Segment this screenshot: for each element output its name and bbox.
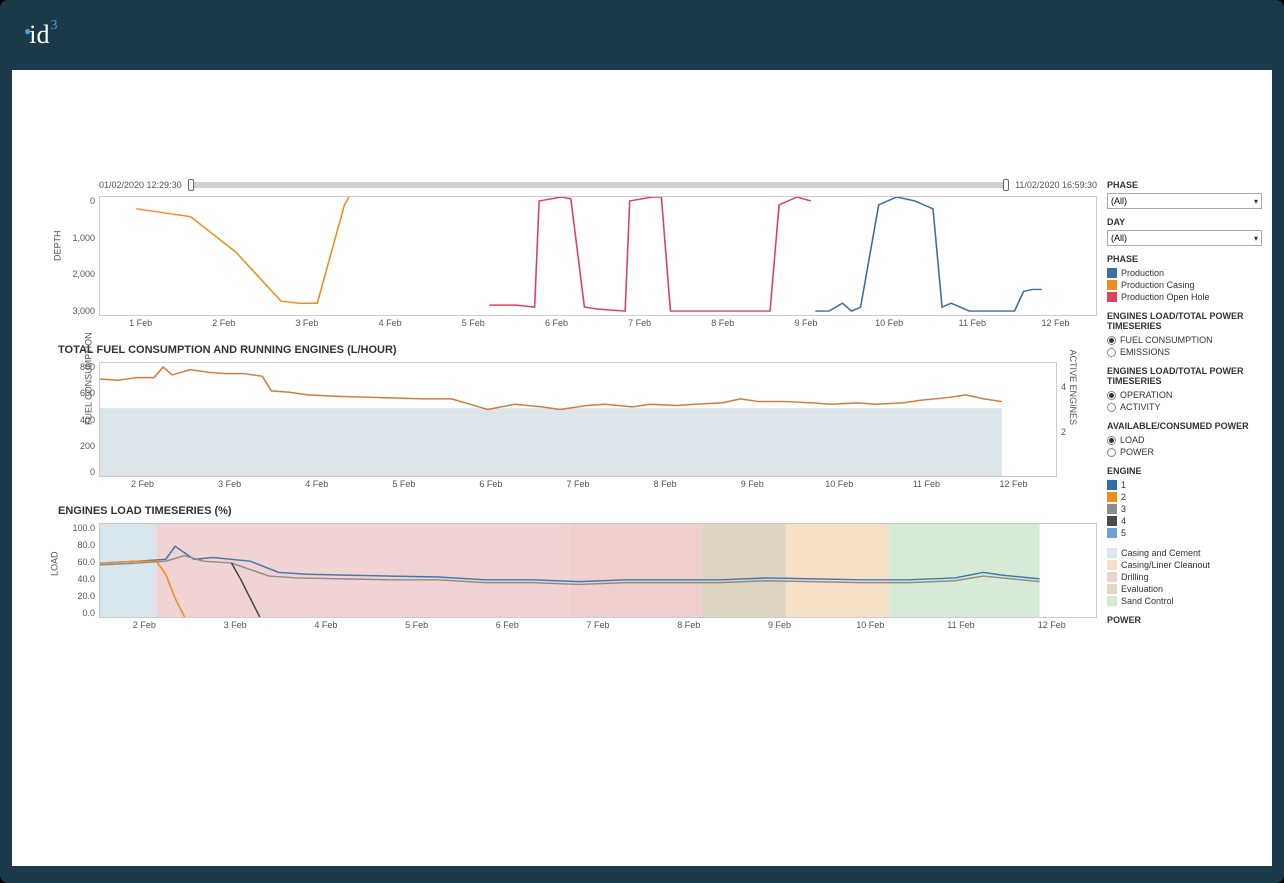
slider-end-label: 11/02/2020 16:59:30 [1015, 180, 1097, 190]
charts-area: 01/02/2020 12:29:30 11/02/2020 16:59:30 … [54, 180, 1107, 856]
legend-swatch-icon [1107, 528, 1117, 538]
legend-swatch-icon [1107, 548, 1117, 558]
phase-legend-label: PHASE [1107, 254, 1262, 264]
engine-legend-label: ENGINE [1107, 466, 1262, 476]
phase-legend-section: PHASE ProductionProduction CasingProduct… [1107, 254, 1262, 303]
legend-item[interactable]: 3 [1107, 503, 1262, 515]
fuel-y-label-left: FUEL CONSUMPTION [83, 332, 93, 425]
legend-item[interactable]: Production [1107, 267, 1262, 279]
load-chart-block: ENGINES LOAD TIMESERIES (%) LOAD 100.0 8… [54, 505, 1097, 630]
load-y-label: LOAD [49, 551, 59, 576]
radio-option[interactable]: FUEL CONSUMPTION [1107, 334, 1262, 346]
activity-legend-section: Casing and CementCasing/Liner CleanoutDr… [1107, 547, 1262, 607]
slider-handle-right[interactable] [1003, 179, 1009, 191]
legend-item[interactable]: Production Casing [1107, 279, 1262, 291]
radio-option[interactable]: OPERATION [1107, 389, 1262, 401]
depth-chart-canvas[interactable] [99, 196, 1097, 316]
power-label: POWER [1107, 615, 1262, 625]
avail-power-label: AVAILABLE/CONSUMED POWER [1107, 421, 1262, 431]
radio-option[interactable]: LOAD [1107, 434, 1262, 446]
legend-item[interactable]: Production Open Hole [1107, 291, 1262, 303]
legend-swatch-icon [1107, 492, 1117, 502]
load-chart-canvas[interactable] [99, 523, 1097, 618]
radio-icon [1107, 336, 1116, 345]
legend-swatch-icon [1107, 584, 1117, 594]
engine-legend-section: ENGINE 12345 [1107, 466, 1262, 539]
app-frame: ● id 3 01/02/2020 12:29:30 11/02/2020 16… [0, 0, 1284, 883]
engines-power-label-1: ENGINES LOAD/TOTAL POWER TIMESERIES [1107, 311, 1262, 331]
radio-option[interactable]: ACTIVITY [1107, 401, 1262, 413]
legend-swatch-icon [1107, 504, 1117, 514]
fuel-y-axis-left: FUEL CONSUMPTION 800 600 400 200 0 [54, 362, 99, 477]
day-filter-dropdown[interactable]: (All) [1107, 230, 1262, 246]
phase-filter-section: PHASE (All) [1107, 180, 1262, 209]
legend-item[interactable]: 5 [1107, 527, 1262, 539]
phase-filter-dropdown[interactable]: (All) [1107, 193, 1262, 209]
load-y-axis: LOAD 100.0 80.0 60.0 40.0 20.0 0.0 [54, 523, 99, 618]
legend-swatch-icon [1107, 596, 1117, 606]
legend-swatch-icon [1107, 480, 1117, 490]
fuel-chart-title: TOTAL FUEL CONSUMPTION AND RUNNING ENGIN… [58, 344, 1097, 356]
header: ● id 3 [0, 0, 1284, 70]
radio-option[interactable]: POWER [1107, 446, 1262, 458]
engines-power-section-1: ENGINES LOAD/TOTAL POWER TIMESERIES FUEL… [1107, 311, 1262, 358]
day-filter-label: DAY [1107, 217, 1262, 227]
depth-chart-block: DEPTH 0 1,000 2,000 3,000 1 Feb2 Feb3 Fe… [54, 196, 1097, 328]
time-range-slider[interactable]: 01/02/2020 12:29:30 11/02/2020 16:59:30 [54, 180, 1097, 190]
legend-swatch-icon [1107, 280, 1117, 290]
legend-item[interactable]: Casing and Cement [1107, 547, 1262, 559]
radio-option[interactable]: EMISSIONS [1107, 346, 1262, 358]
day-filter-section: DAY (All) [1107, 217, 1262, 246]
legend-item[interactable]: 2 [1107, 491, 1262, 503]
load-x-axis: 2 Feb3 Feb4 Feb5 Feb6 Feb7 Feb8 Feb9 Feb… [54, 618, 1097, 630]
fuel-chart-block: TOTAL FUEL CONSUMPTION AND RUNNING ENGIN… [54, 344, 1097, 489]
legend-item[interactable]: 1 [1107, 479, 1262, 491]
fuel-y-label-right: ACTIVE ENGINES [1068, 349, 1078, 425]
logo-superscript: 3 [50, 18, 57, 34]
engines-power-label-2: ENGINES LOAD/TOTAL POWER TIMESERIES [1107, 366, 1262, 386]
radio-icon [1107, 391, 1116, 400]
legend-item[interactable]: Evaluation [1107, 583, 1262, 595]
legend-swatch-icon [1107, 572, 1117, 582]
depth-y-axis: DEPTH 0 1,000 2,000 3,000 [54, 196, 99, 316]
slider-track[interactable] [188, 182, 1010, 188]
avail-power-section: AVAILABLE/CONSUMED POWER LOADPOWER [1107, 421, 1262, 458]
slider-start-label: 01/02/2020 12:29:30 [99, 180, 182, 190]
radio-icon [1107, 403, 1116, 412]
power-section: POWER [1107, 615, 1262, 625]
legend-item[interactable]: Sand Control [1107, 595, 1262, 607]
fuel-chart-canvas[interactable] [99, 362, 1057, 477]
legend-swatch-icon [1107, 560, 1117, 570]
phase-filter-label: PHASE [1107, 180, 1262, 190]
filter-sidebar: PHASE (All) DAY (All) PHASE ProductionPr… [1107, 180, 1262, 856]
legend-swatch-icon [1107, 268, 1117, 278]
legend-item[interactable]: 4 [1107, 515, 1262, 527]
legend-swatch-icon [1107, 292, 1117, 302]
radio-icon [1107, 448, 1116, 457]
brand-logo: ● id 3 [24, 20, 57, 50]
load-chart-title: ENGINES LOAD TIMESERIES (%) [58, 505, 1097, 517]
engines-power-section-2: ENGINES LOAD/TOTAL POWER TIMESERIES OPER… [1107, 366, 1262, 413]
depth-y-label: DEPTH [52, 230, 62, 261]
radio-icon [1107, 436, 1116, 445]
fuel-x-axis: 2 Feb3 Feb4 Feb5 Feb6 Feb7 Feb8 Feb9 Feb… [54, 477, 1097, 489]
legend-item[interactable]: Casing/Liner Cleanout [1107, 559, 1262, 571]
legend-item[interactable]: Drilling [1107, 571, 1262, 583]
radio-icon [1107, 348, 1116, 357]
content: 01/02/2020 12:29:30 11/02/2020 16:59:30 … [12, 70, 1272, 866]
slider-handle-left[interactable] [188, 179, 194, 191]
fuel-y-axis-right: ACTIVE ENGINES 4 2 [1057, 362, 1097, 477]
depth-x-axis: 1 Feb2 Feb3 Feb4 Feb5 Feb6 Feb7 Feb8 Feb… [54, 316, 1097, 328]
legend-swatch-icon [1107, 516, 1117, 526]
